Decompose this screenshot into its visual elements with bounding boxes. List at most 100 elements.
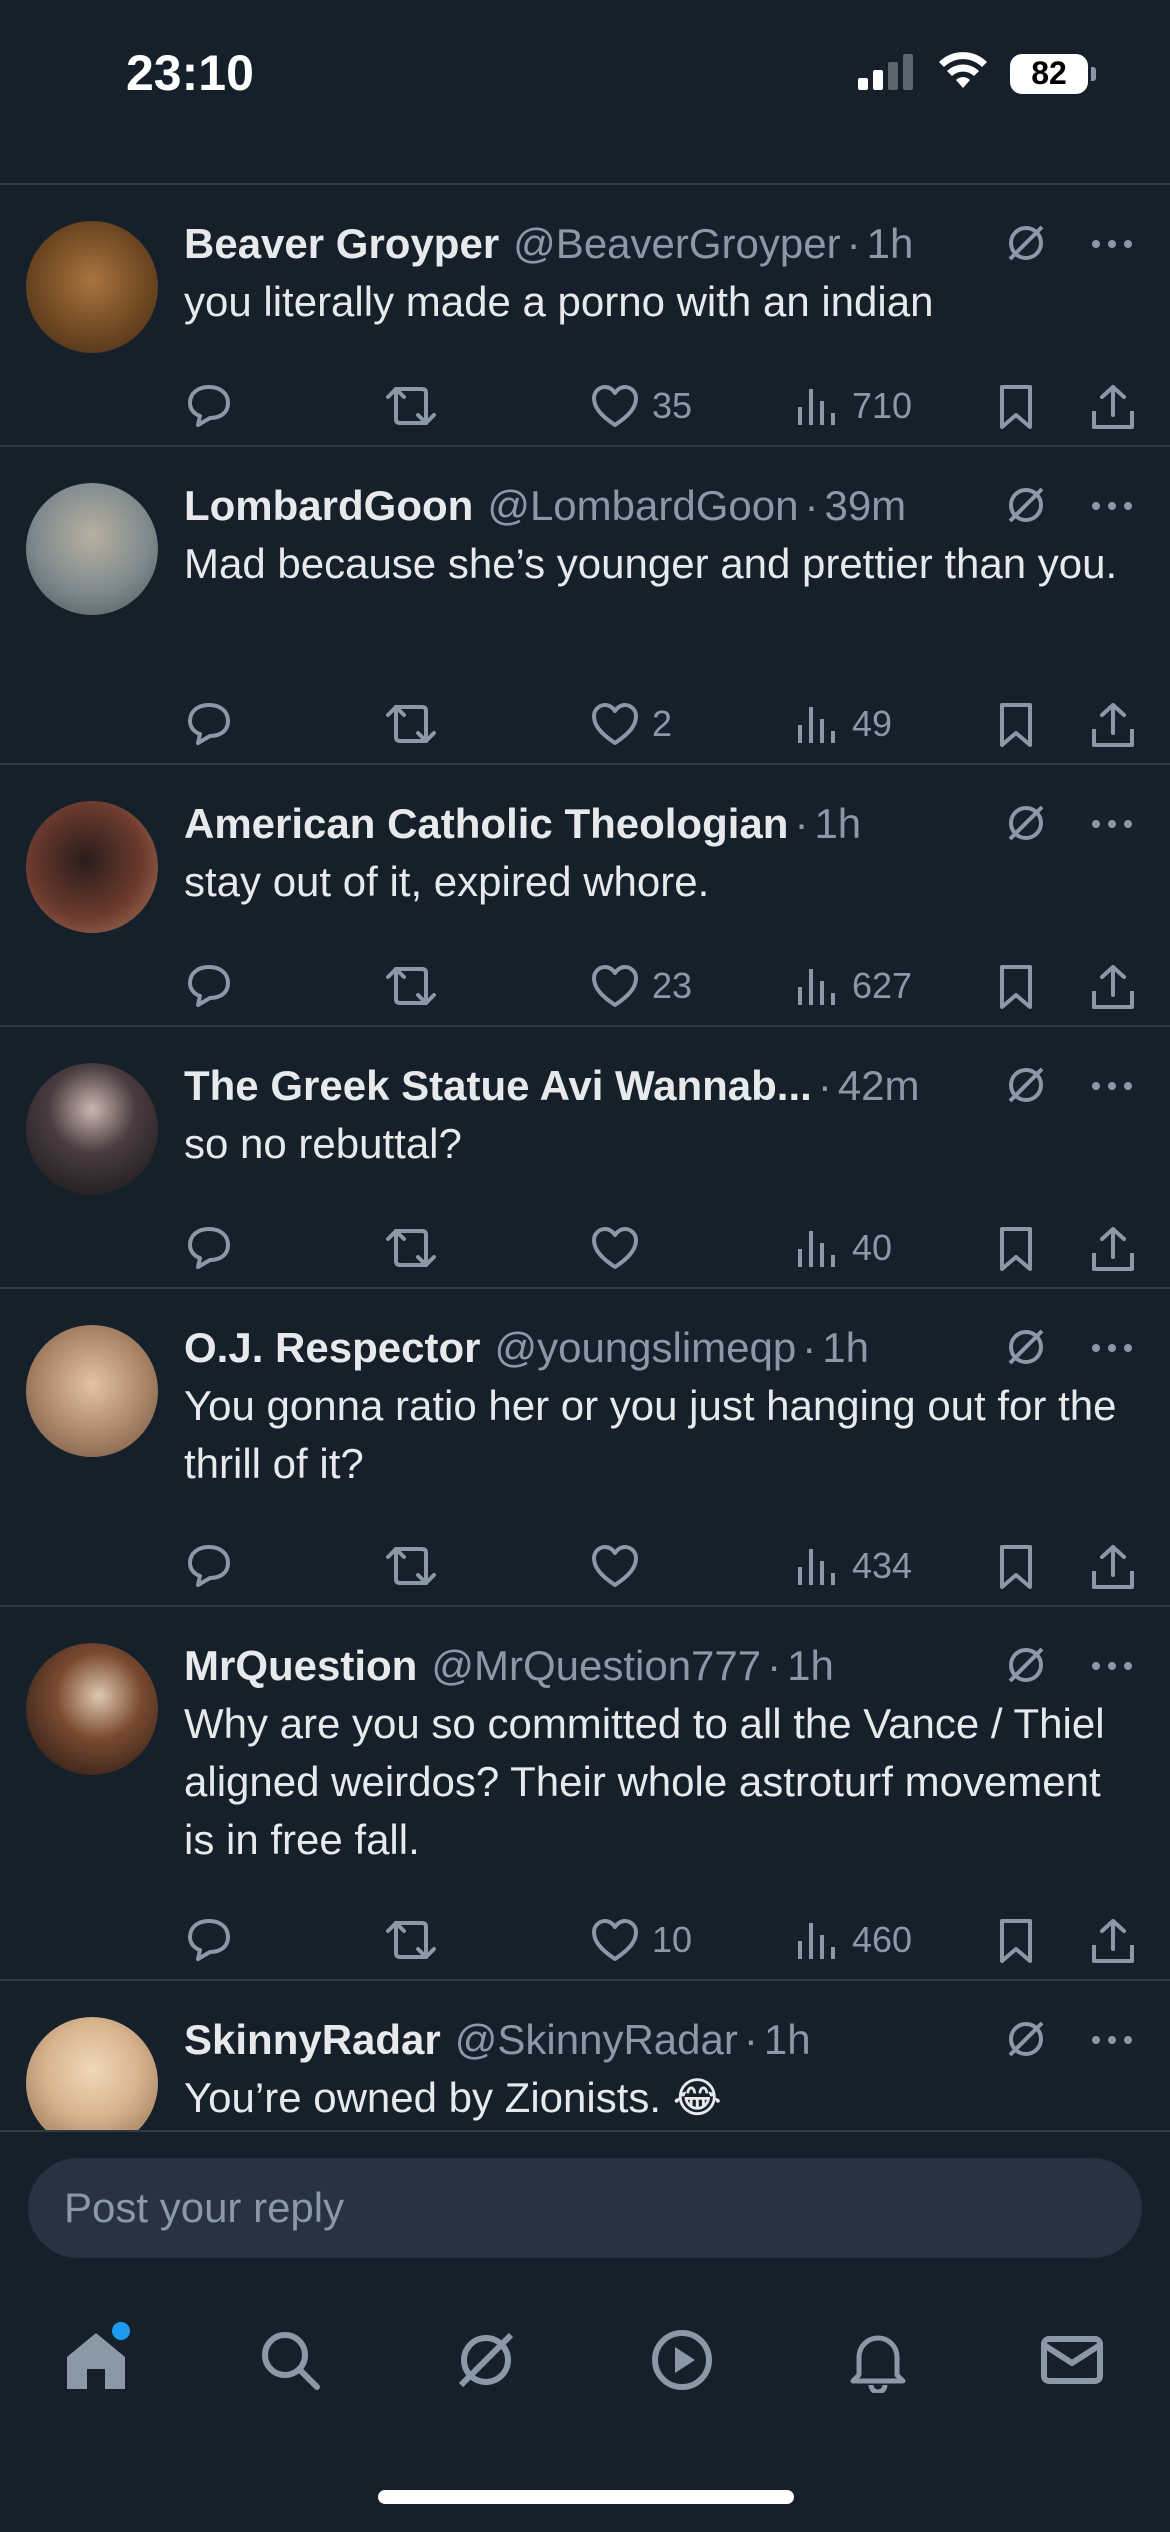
- tweet[interactable]: SkinnyRadar @SkinnyRadar · 1h You’re own…: [0, 1981, 1170, 2130]
- home-indicator[interactable]: [378, 2490, 794, 2504]
- tweet[interactable]: American Catholic Theologian · 1h stay o…: [0, 765, 1170, 1027]
- grok-icon[interactable]: [1004, 1063, 1048, 1112]
- more-options-icon[interactable]: [1090, 237, 1134, 255]
- repost-button[interactable]: [384, 1543, 438, 1589]
- repost-button[interactable]: [384, 1917, 438, 1963]
- like-button[interactable]: 23: [590, 963, 692, 1009]
- views-button[interactable]: 460: [794, 1917, 912, 1963]
- tweet[interactable]: The Greek Statue Avi Wannab... · 42m so …: [0, 1027, 1170, 1289]
- reply-button[interactable]: [184, 1917, 234, 1963]
- share-button[interactable]: [1090, 1543, 1136, 1591]
- tweet-time[interactable]: 42m: [838, 1062, 920, 1110]
- author-name[interactable]: MrQuestion: [184, 1642, 417, 1690]
- reply-button[interactable]: [184, 1225, 234, 1271]
- author-name[interactable]: The Greek Statue Avi Wannab...: [184, 1062, 812, 1110]
- views-button[interactable]: 434: [794, 1543, 912, 1589]
- avatar[interactable]: [26, 1643, 158, 1775]
- author-handle[interactable]: @MrQuestion777: [431, 1642, 761, 1690]
- grok-icon[interactable]: [1004, 483, 1048, 532]
- views-button[interactable]: 49: [794, 701, 892, 747]
- views-button[interactable]: 627: [794, 963, 912, 1009]
- bookmark-button[interactable]: [996, 963, 1036, 1011]
- views-button[interactable]: 40: [794, 1225, 892, 1271]
- avatar[interactable]: [26, 1063, 158, 1195]
- reply-input[interactable]: Post your reply: [28, 2158, 1142, 2258]
- repost-button[interactable]: [384, 701, 438, 747]
- like-button[interactable]: 2: [590, 701, 672, 747]
- like-button[interactable]: 35: [590, 383, 692, 429]
- bookmark-button[interactable]: [996, 1225, 1036, 1273]
- grok-icon[interactable]: [1004, 1643, 1048, 1692]
- tweet-time[interactable]: 1h: [867, 220, 914, 268]
- tweet-time[interactable]: 39m: [824, 482, 906, 530]
- views-button[interactable]: 710: [794, 383, 912, 429]
- tweet[interactable]: Beaver Groyper @BeaverGroyper · 1h you l…: [0, 185, 1170, 447]
- reply-button[interactable]: [184, 963, 234, 1009]
- share-button[interactable]: [1090, 701, 1136, 749]
- tweet-time[interactable]: 1h: [787, 1642, 834, 1690]
- tweet[interactable]: O.J. Respector @youngslimeqp · 1h You go…: [0, 1289, 1170, 1607]
- tweet-time[interactable]: 1h: [764, 2016, 811, 2064]
- repost-button[interactable]: [384, 963, 438, 1009]
- status-bar: 23:10 82: [0, 0, 1170, 185]
- reply-button[interactable]: [184, 383, 234, 429]
- video-icon: [649, 2327, 715, 2398]
- reply-button[interactable]: [184, 701, 234, 747]
- view-count: 627: [852, 965, 913, 1006]
- tweet-header: O.J. Respector @youngslimeqp · 1h: [184, 1319, 1134, 1377]
- like-button[interactable]: [590, 1543, 652, 1589]
- author-handle[interactable]: @SkinnyRadar: [455, 2016, 738, 2064]
- tab-search[interactable]: [250, 2322, 330, 2402]
- avatar[interactable]: [26, 2017, 158, 2130]
- tweet-time[interactable]: 1h: [822, 1324, 869, 1372]
- more-options-icon[interactable]: [1090, 1341, 1134, 1359]
- grok-icon[interactable]: [1004, 801, 1048, 850]
- avatar[interactable]: [26, 221, 158, 353]
- tweet-actions: 10 460: [184, 1917, 1134, 1977]
- grok-icon[interactable]: [1004, 2017, 1048, 2066]
- more-options-icon[interactable]: [1090, 1079, 1134, 1097]
- author-name[interactable]: Beaver Groyper: [184, 220, 499, 268]
- tweet-header: SkinnyRadar @SkinnyRadar · 1h: [184, 2011, 1134, 2069]
- more-options-icon[interactable]: [1090, 1659, 1134, 1677]
- more-options-icon[interactable]: [1090, 817, 1134, 835]
- repost-button[interactable]: [384, 1225, 438, 1271]
- tweet-text: Why are you so committed to all the Vanc…: [184, 1700, 1105, 1863]
- author-name[interactable]: O.J. Respector: [184, 1324, 480, 1372]
- tweet-time[interactable]: 1h: [814, 800, 861, 848]
- share-button[interactable]: [1090, 383, 1136, 431]
- author-name[interactable]: LombardGoon: [184, 482, 473, 530]
- more-options-icon[interactable]: [1090, 499, 1134, 517]
- avatar[interactable]: [26, 483, 158, 615]
- more-options-icon[interactable]: [1090, 2033, 1134, 2051]
- share-button[interactable]: [1090, 1225, 1136, 1273]
- like-button[interactable]: [590, 1225, 652, 1271]
- tab-notifications[interactable]: [838, 2322, 918, 2402]
- grok-icon[interactable]: [1004, 1325, 1048, 1374]
- author-name[interactable]: American Catholic Theologian: [184, 800, 788, 848]
- reply-button[interactable]: [184, 1543, 234, 1589]
- like-button[interactable]: 10: [590, 1917, 692, 1963]
- tweet[interactable]: LombardGoon @LombardGoon · 39m Mad becau…: [0, 447, 1170, 765]
- bookmark-button[interactable]: [996, 701, 1036, 749]
- avatar[interactable]: [26, 1325, 158, 1457]
- author-name[interactable]: SkinnyRadar: [184, 2016, 441, 2064]
- grok-icon[interactable]: [1004, 221, 1048, 270]
- author-handle[interactable]: @BeaverGroyper: [513, 220, 840, 268]
- avatar[interactable]: [26, 801, 158, 933]
- tab-messages[interactable]: [1032, 2322, 1112, 2402]
- tab-video[interactable]: [642, 2322, 722, 2402]
- tab-home[interactable]: [56, 2322, 136, 2402]
- bookmark-button[interactable]: [996, 383, 1036, 431]
- messages-icon: [1039, 2327, 1105, 2398]
- bookmark-button[interactable]: [996, 1917, 1036, 1965]
- share-button[interactable]: [1090, 1917, 1136, 1965]
- views-icon: [794, 1917, 840, 1963]
- author-handle[interactable]: @youngslimeqp: [494, 1324, 796, 1372]
- tweet[interactable]: MrQuestion @MrQuestion777 · 1h Why are y…: [0, 1607, 1170, 1981]
- tab-grok[interactable]: [446, 2322, 526, 2402]
- bookmark-button[interactable]: [996, 1543, 1036, 1591]
- repost-button[interactable]: [384, 383, 438, 429]
- share-button[interactable]: [1090, 963, 1136, 1011]
- author-handle[interactable]: @LombardGoon: [487, 482, 798, 530]
